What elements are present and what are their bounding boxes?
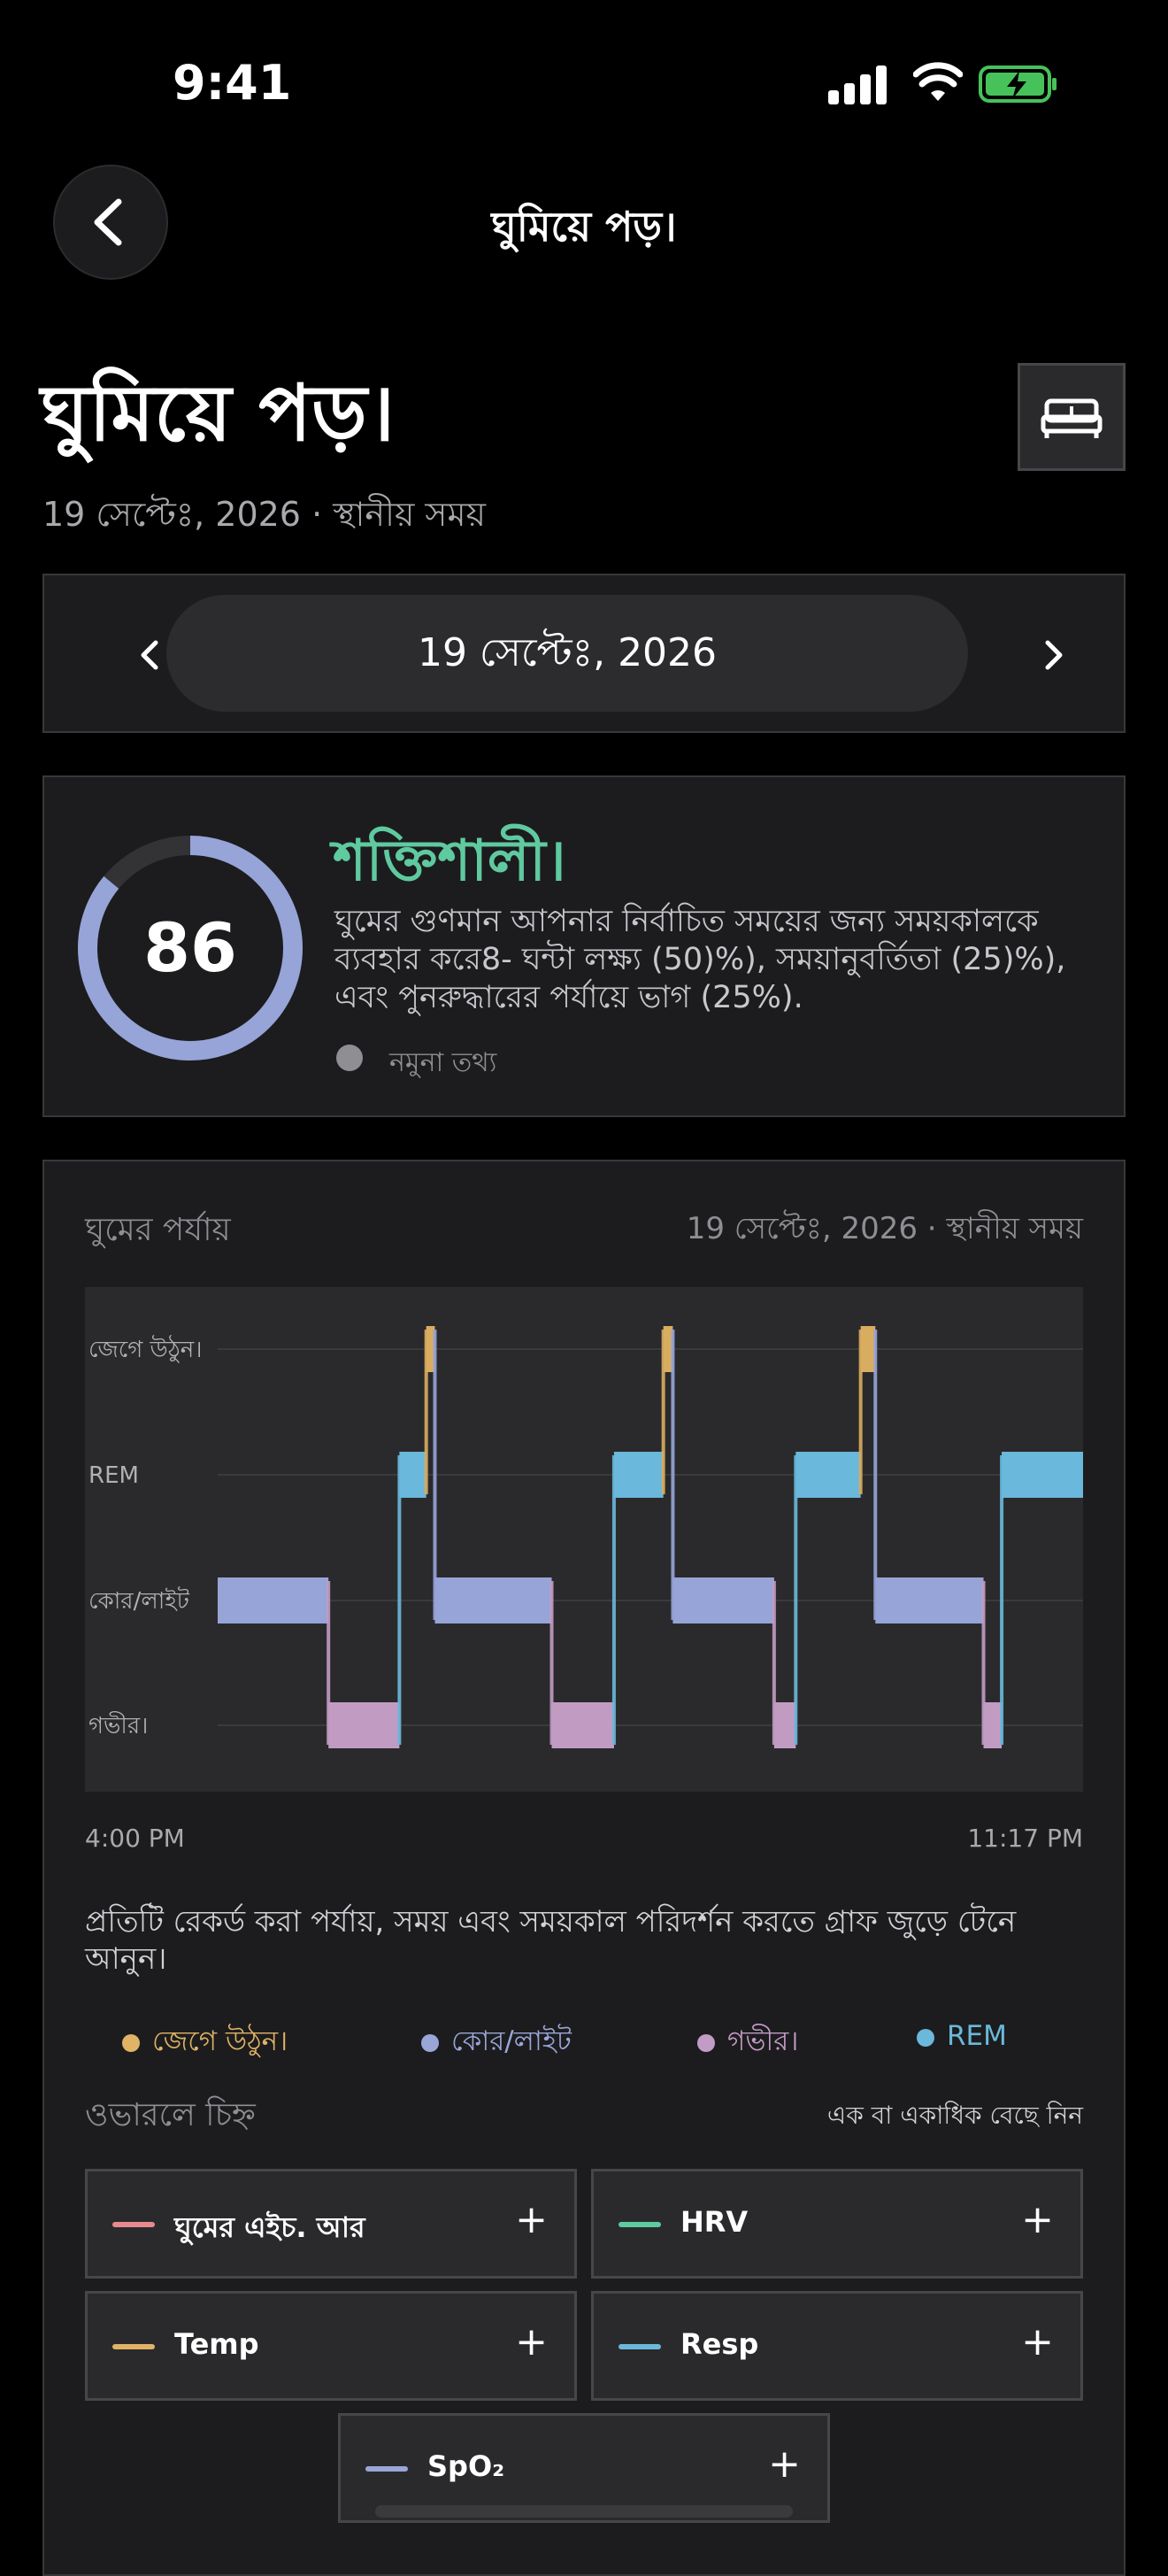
stage-segment (434, 1577, 552, 1623)
stage-segment (773, 1702, 796, 1748)
overlay-hrv[interactable]: HRV + (591, 2169, 1083, 2279)
signal-icon (828, 66, 888, 104)
plus-icon: + (515, 2197, 548, 2242)
stage-segment (218, 1577, 329, 1623)
stage-transition (327, 1581, 331, 1745)
stage-segment (983, 1702, 1003, 1748)
legend-deep: গভীর। (697, 2020, 798, 2066)
overlay-hint: এক বা একাধিক বেছে নিন (826, 2101, 1083, 2130)
stages-title: ঘুমের পর্যায় (85, 1212, 231, 1248)
wifi-icon (913, 62, 963, 101)
y-axis-label: কোর/লাইট (88, 1586, 190, 1615)
chevron-right-icon[interactable] (1018, 620, 1088, 690)
stage-segment (399, 1452, 426, 1498)
plus-icon: + (515, 2319, 548, 2364)
sleep-score-card: 86 শক্তিশালী। ঘুমের গুণমান আপনার নির্বাচ… (42, 775, 1126, 1117)
sample-data-label: নমুনা তথ্য (389, 1047, 497, 1078)
overlay-resp[interactable]: Resp + (591, 2291, 1083, 2401)
plus-icon: + (1021, 2197, 1054, 2242)
stage-transition (873, 1330, 878, 1620)
y-axis-label: গভীর। (88, 1711, 148, 1739)
stage-segment (613, 1452, 664, 1498)
chart-hint: প্রতিটি রেকর্ড করা পর্যায়, সময় এবং সময… (85, 1904, 1017, 1977)
stage-transition (1000, 1455, 1004, 1745)
chevron-left-icon[interactable] (115, 620, 186, 690)
status-time: 9:41 (173, 55, 292, 111)
score-label: শক্তিশালী। (333, 829, 566, 894)
stage-segment (672, 1577, 774, 1623)
legend-rem: REM (917, 2020, 1007, 2052)
chart-start-time: 4:00 PM (85, 1824, 185, 1853)
battery-charging-icon (979, 66, 1057, 103)
stage-segment (875, 1577, 984, 1623)
stage-transition (397, 1455, 402, 1745)
stage-transition (549, 1581, 554, 1745)
sample-data-dot (336, 1045, 363, 1071)
y-axis-label: জেগে উঠুন। (88, 1335, 203, 1363)
date-pill[interactable]: 19 সেপ্টেঃ, 2026 (166, 595, 968, 712)
overlay-temp[interactable]: Temp + (85, 2291, 577, 2401)
legend-core: কোর/লাইট (421, 2020, 572, 2066)
stage-transition (424, 1330, 428, 1494)
stage-transition (611, 1455, 616, 1745)
plus-icon: + (1021, 2319, 1054, 2364)
score-description: ঘুমের গুণমান আপনার নির্বাচিত সময়ের জন্য… (334, 904, 1066, 1015)
bed-button[interactable] (1018, 363, 1126, 471)
stage-transition (671, 1330, 675, 1620)
date-selector: 19 সেপ্টেঃ, 2026 (42, 574, 1126, 733)
sleep-stages-card: ঘুমের পর্যায় 19 সেপ্টেঃ, 2026 · স্থানীয… (42, 1160, 1126, 2576)
y-axis-label: REM (88, 1462, 139, 1489)
stage-segment (328, 1702, 400, 1748)
home-indicator (375, 2505, 793, 2518)
overlay-sleep-hr[interactable]: ঘুমের এইচ. আর + (85, 2169, 577, 2279)
sleep-stages-chart[interactable]: জেগে উঠুন। REM কোর/লাইট গভীর। (85, 1287, 1083, 1792)
page-title: ঘুমিয়ে পড়। (41, 367, 396, 459)
bed-icon (1041, 398, 1103, 438)
stages-legend: জেগে উঠুন। কোর/লাইট গভীর। REM (85, 2020, 1083, 2061)
stage-transition (661, 1330, 665, 1494)
stage-segment (795, 1452, 861, 1498)
stage-segment (860, 1326, 876, 1372)
stages-date: 19 সেপ্টেঃ, 2026 · স্থানীয় সময় (686, 1211, 1083, 1246)
stage-transition (433, 1330, 437, 1620)
plus-icon: + (768, 2441, 801, 2487)
stage-segment (551, 1702, 614, 1748)
stage-transition (981, 1581, 986, 1745)
overlay-title: ওভারলে চিহ্ন (85, 2097, 256, 2133)
stage-transition (858, 1330, 863, 1494)
stage-transition (772, 1581, 776, 1745)
nav-title: ঘুমিয়ে পড়। (491, 203, 677, 251)
chart-end-time: 11:17 PM (967, 1824, 1083, 1853)
page-subtitle: 19 সেপ্টেঃ, 2026 · স্থানীয় সময় (42, 495, 487, 534)
legend-awake: জেগে উঠুন। (122, 2020, 288, 2066)
score-value: 86 (143, 908, 237, 987)
stage-segment (1002, 1452, 1083, 1498)
stage-transition (794, 1455, 798, 1745)
